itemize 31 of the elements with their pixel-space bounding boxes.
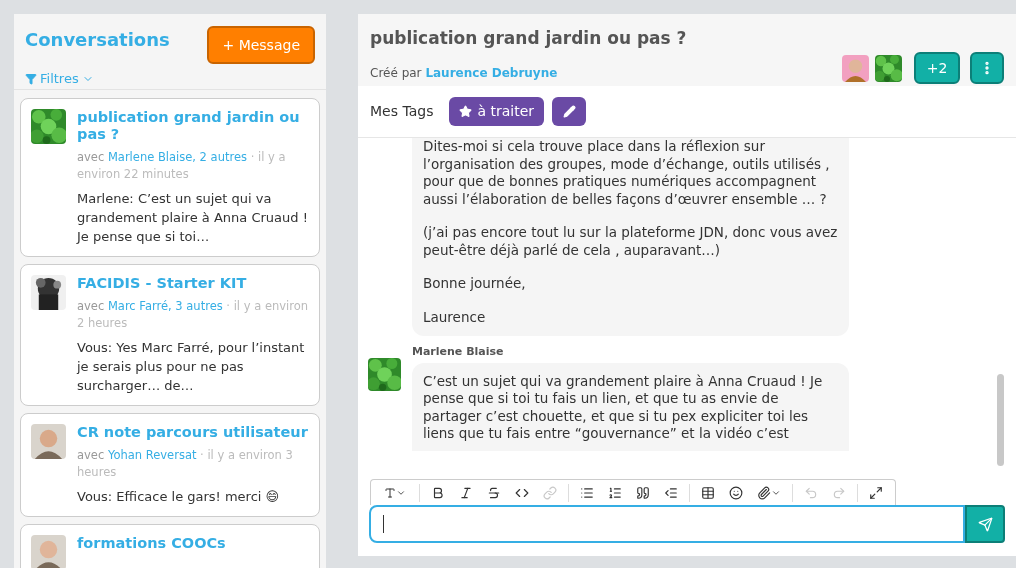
tag-button[interactable]: à traiter	[449, 97, 545, 126]
send-button[interactable]	[965, 505, 1005, 543]
message-text: Dites-moi si cela trouve place dans la réflexion sur l’organisation des groupes, mode d’échange, outils utilisés , pour que de bonnes pratiques numériques accompagnent aussi l’élaboration de belles façons d’œuvrer ensemble … ?	[423, 138, 831, 208]
message-text: Laurence	[423, 308, 487, 326]
conversation-title: FACIDIS - Starter KIT	[77, 274, 248, 292]
scrollbar[interactable]	[997, 374, 1004, 466]
more-button[interactable]	[970, 52, 1004, 84]
conversation-card[interactable]: publication grand jardin ou pas ? avec Marlene Blaise, 2 autres · il y a environ 22 minutes Marlene: C’est un sujet qui va grandement plaire à Anna Cruaud ! Je pense que si toi…	[20, 97, 320, 257]
tags-label: Mes Tags	[370, 102, 434, 121]
created-by-text: Créé par Laurence Debruyne	[370, 64, 559, 82]
conversation-title: publication grand jardin ou pas ?	[77, 108, 301, 143]
pencil-icon	[562, 105, 576, 118]
conversation-title: CR note parcours utilisateur	[77, 423, 309, 441]
message-preview: Vous: Efficace le gars! merci 😄	[77, 487, 281, 506]
message-text: C’est un sujet qui va grandement plaire à Anna Cruaud ! Je pense que si toi tu fais un lien, et que tu as envie de partager c’est chouette, et que si tu pex expliciter toi les liens que tu fais entre “gouvernance” et la vidéo c’est	[423, 372, 824, 443]
message-input[interactable]	[369, 505, 965, 543]
filter-icon	[25, 72, 37, 85]
message-preview: Vous: Yes Marc Farré, pour l’instant je serais plus pour ne pas surcharger… de…	[77, 338, 306, 395]
conversation-title: formations COOCs	[77, 534, 226, 552]
conversation-meta: avec Marc Farré, 3 autres · il y a environ 2 heures	[77, 297, 310, 332]
conversation-meta: avec Marlene Blaise, 2 autres · il y a environ 22 minutes	[77, 148, 287, 183]
conversation-card[interactable]: FACIDIS - Starter KIT avec Marc Farré, 3 autres · il y a environ 2 heures Vous: Yes Marc Farré, pour l’instant je serais plus pour ne pas surcharger… de…	[20, 263, 320, 406]
send-icon	[977, 516, 993, 532]
edit-tags-button[interactable]	[552, 97, 587, 126]
star-icon	[459, 105, 473, 118]
conversation-title: publication grand jardin ou pas ?	[370, 27, 687, 50]
message-author: Marlene Blaise	[412, 344, 505, 360]
sidebar-title: Conversations	[25, 28, 170, 52]
message-text: (j’ai pas encore tout lu sur la plateforme JDN, donc vous avez peut-être déjà parlé de cela , auparavant…)	[423, 224, 838, 259]
message-text: Bonne journée,	[423, 275, 527, 293]
message-preview: Marlene: C’est un sujet qui va grandement plaire à Anna Cruaud ! Je pense que si toi…	[77, 189, 309, 246]
